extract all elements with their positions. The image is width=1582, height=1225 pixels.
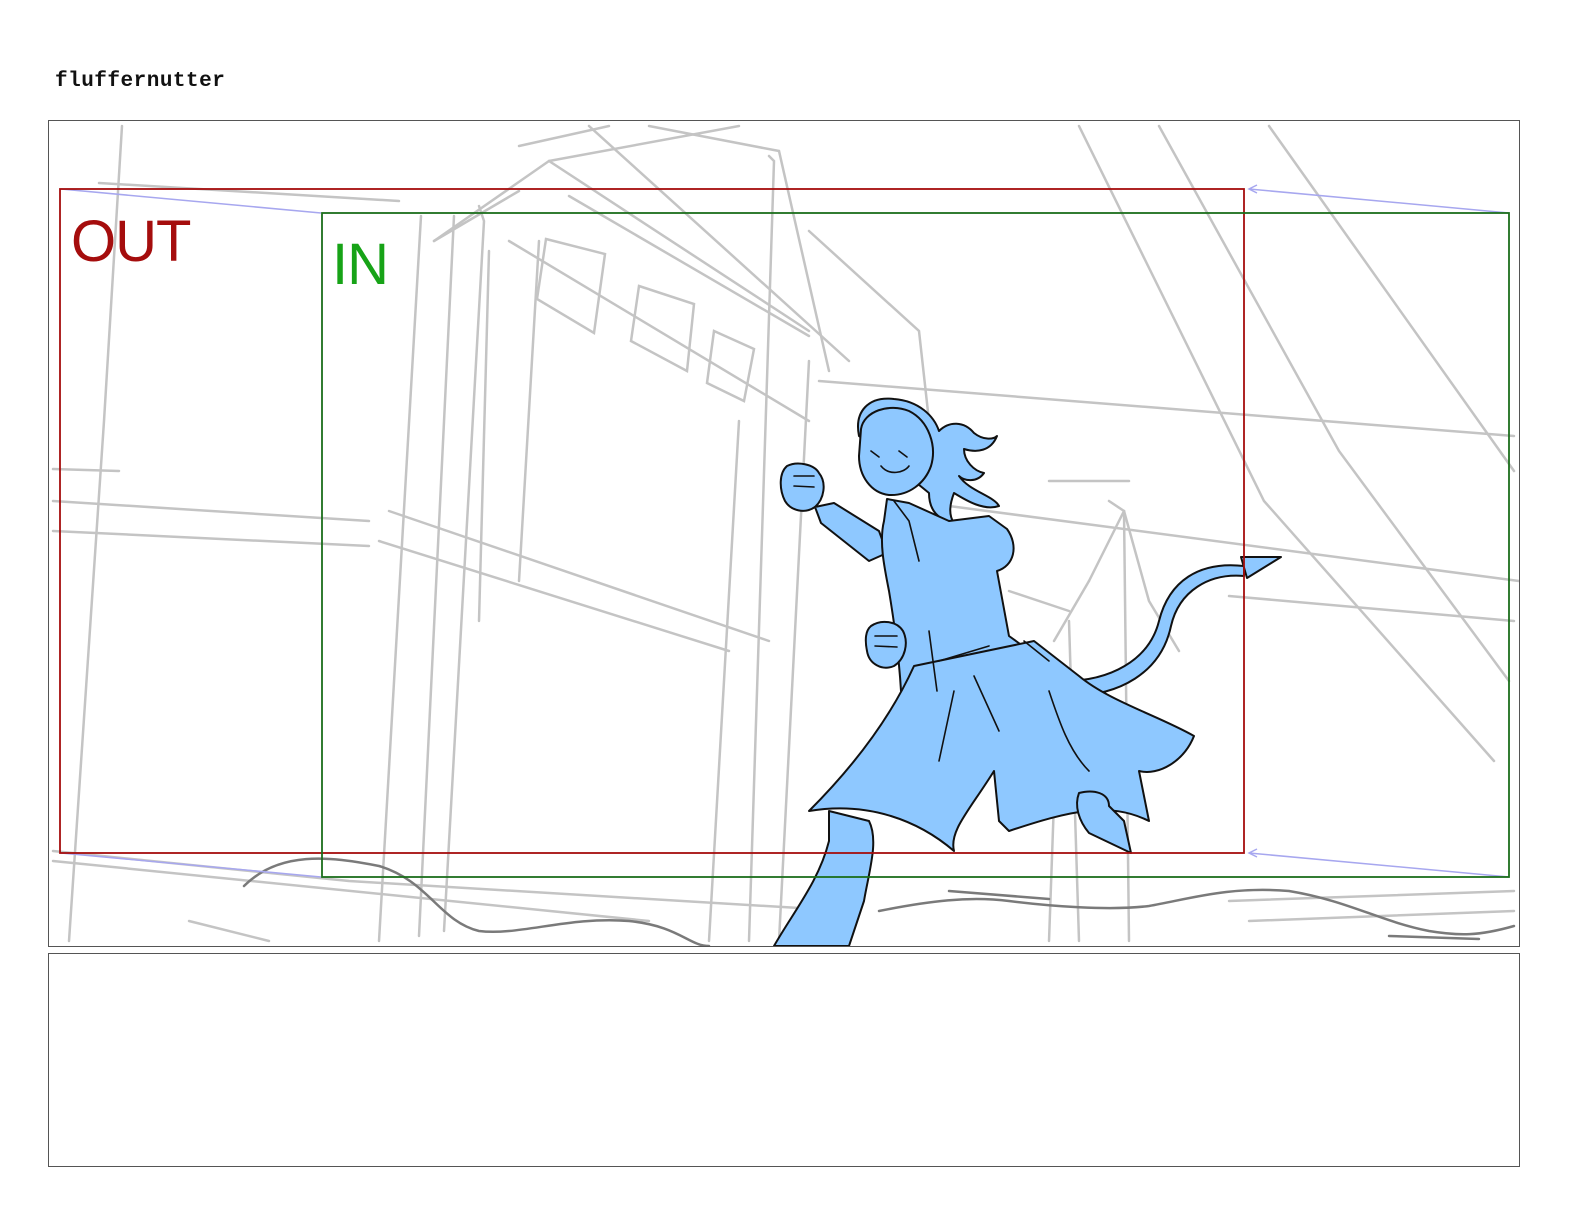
- out-frame-label: OUT: [71, 209, 191, 274]
- background-sketch: [51, 124, 1519, 943]
- panel-notes-box[interactable]: [48, 953, 1520, 1167]
- board-title: fluffernutter: [55, 70, 226, 93]
- panel-drawing: [51, 124, 1519, 946]
- character-figure: [773, 397, 1282, 946]
- storyboard-panel[interactable]: OUT IN: [48, 120, 1520, 947]
- in-frame-label: IN: [332, 232, 389, 297]
- ground-sketch: [242, 857, 1516, 946]
